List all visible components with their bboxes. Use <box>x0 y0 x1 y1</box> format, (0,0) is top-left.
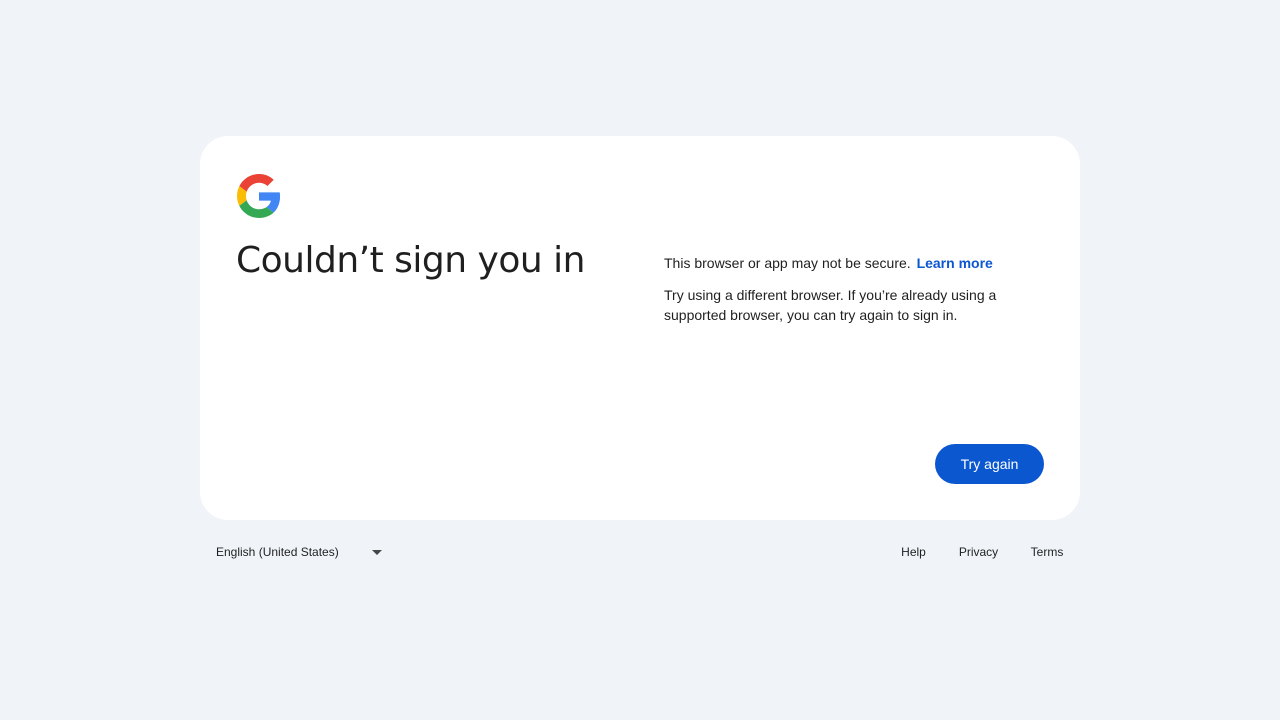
page-title: Couldn’t sign you in <box>236 240 585 281</box>
google-logo-icon <box>237 174 281 218</box>
caret-down-icon <box>372 549 382 555</box>
privacy-link[interactable]: Privacy <box>946 536 1011 568</box>
security-message-text: This browser or app may not be secure. <box>664 255 911 271</box>
help-link[interactable]: Help <box>888 536 939 568</box>
try-different-browser-message: Try using a different browser. If you’re… <box>664 287 997 323</box>
learn-more-link[interactable]: Learn more <box>917 255 993 271</box>
sign-in-card: Couldn’t sign you in This browser or app… <box>200 136 1080 520</box>
sign-in-page: Couldn’t sign you in This browser or app… <box>0 0 1280 720</box>
language-selector-value: English (United States) <box>216 545 339 559</box>
security-message: This browser or app may not be secure. L… <box>664 253 1036 273</box>
language-selector[interactable]: English (United States) <box>200 528 400 576</box>
try-again-button[interactable]: Try again <box>935 444 1044 484</box>
terms-link[interactable]: Terms <box>1018 536 1076 568</box>
